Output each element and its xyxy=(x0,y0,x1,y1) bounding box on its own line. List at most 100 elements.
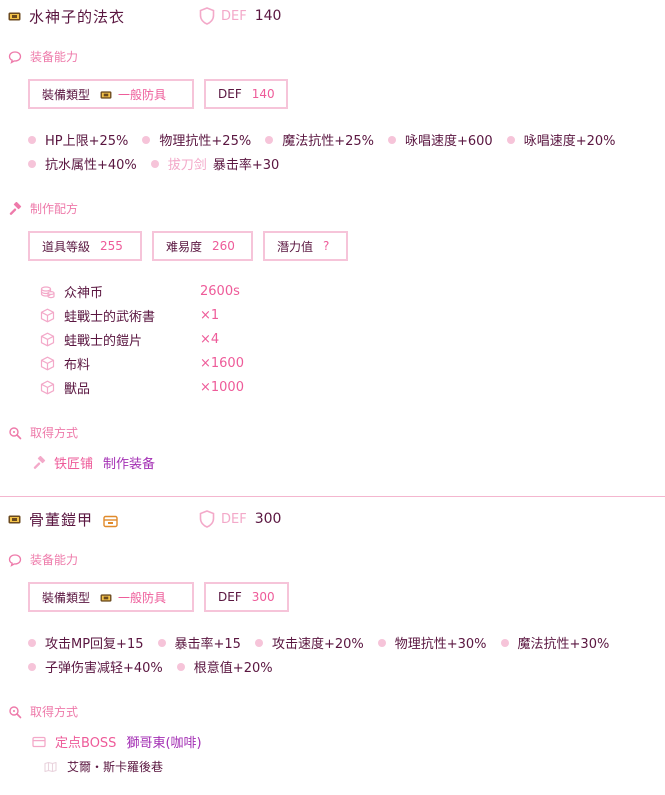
box-icon xyxy=(40,332,55,347)
boss-location-row: 艾爾・斯卡羅後巷 xyxy=(44,758,163,775)
material-qty: ×1000 xyxy=(200,379,244,395)
potential-box: 潛力值 ? xyxy=(263,231,348,261)
stat-item: 子弹伤害减轻+40% xyxy=(28,657,163,676)
material-row: 蛙戰士的鎧片 ×4 xyxy=(40,329,219,349)
item-title-row: 骨董鎧甲 xyxy=(8,509,118,529)
difficulty-value: 260 xyxy=(212,239,235,253)
ability-heading-label: 装备能力 xyxy=(30,553,79,567)
box-icon xyxy=(40,308,55,323)
item-level-box: 道具等級 255 xyxy=(28,231,142,261)
item-title-row: 水神子的法衣 xyxy=(8,6,125,26)
bullet-dot xyxy=(28,662,36,671)
material-name[interactable]: 众神币 xyxy=(64,282,103,301)
stat-item: 咏唱速度+600 xyxy=(388,130,493,149)
obtain-heading-label: 取得方式 xyxy=(30,705,79,719)
material-row: 蛙戰士的武術書 ×1 xyxy=(40,305,219,325)
hammer-icon xyxy=(8,201,22,216)
map-icon xyxy=(44,761,57,773)
bullet-dot xyxy=(28,159,36,168)
equipment-type-label: 裝備類型 xyxy=(42,590,91,605)
obtain-heading-label: 取得方式 xyxy=(30,426,79,440)
bullet-dot xyxy=(142,135,151,144)
def-label: DEF xyxy=(221,511,247,527)
stat-item: 物理抗性+30% xyxy=(377,633,487,652)
def-value: 300 xyxy=(254,511,282,527)
equipment-type-value: 一般防具 xyxy=(118,590,167,605)
bullet-dot xyxy=(176,662,185,671)
search-icon xyxy=(8,426,22,440)
bullet-dot xyxy=(28,135,36,144)
material-name[interactable]: 獸品 xyxy=(64,378,90,397)
material-qty: ×1 xyxy=(200,307,220,323)
def-box-label: DEF xyxy=(218,87,242,101)
bullet-dot xyxy=(500,638,509,647)
obtain-method[interactable]: 制作装备 xyxy=(103,453,155,472)
armor-icon xyxy=(100,89,112,99)
stat-item: 物理抗性+25% xyxy=(142,130,251,149)
material-qty: 2600s xyxy=(200,283,240,299)
stats-line: 攻击MP回复+15 暴击率+15 攻击速度+20% 物理抗性+30% 魔法抗性+… xyxy=(28,633,623,652)
box-icon xyxy=(40,380,55,395)
stat-item: 暴击率+15 xyxy=(157,633,241,652)
stats-line: 抗水属性+40% 拔刀剑 暴击率+30 xyxy=(28,154,293,173)
stat-item: HP上限+25% xyxy=(28,130,128,149)
bullet-dot xyxy=(388,135,396,144)
bullet-dot xyxy=(377,638,386,647)
bullet-dot xyxy=(254,638,263,647)
bullet-dot xyxy=(506,135,515,144)
chat-bubble-icon xyxy=(8,553,22,567)
def-label: DEF xyxy=(221,8,247,24)
stat-item: 根意值+20% xyxy=(176,657,273,676)
material-name[interactable]: 蛙戰士的武術書 xyxy=(64,306,155,325)
def-summary: DEF 140 xyxy=(199,7,281,25)
material-qty: ×1600 xyxy=(200,355,244,371)
box-icon xyxy=(40,356,55,371)
difficulty-box: 难易度 260 xyxy=(152,231,253,261)
potential-value: ? xyxy=(323,239,330,253)
ability-heading-label: 装备能力 xyxy=(30,50,79,64)
envelope-icon xyxy=(103,513,118,527)
stat-item: 攻击MP回复+15 xyxy=(28,633,144,652)
material-name[interactable]: 蛙戰士的鎧片 xyxy=(64,330,142,349)
def-summary: DEF 300 xyxy=(199,510,281,528)
coins-icon xyxy=(40,284,55,299)
stat-item: 抗水属性+40% xyxy=(28,154,137,173)
stats-line: 子弹伤害减轻+40% 根意值+20% xyxy=(28,657,287,676)
material-row: 布料 ×1600 xyxy=(40,353,244,373)
hammer-icon xyxy=(32,455,46,470)
obtain-source: 铁匠铺 制作装备 xyxy=(32,453,155,472)
stat-item: 攻击速度+20% xyxy=(254,633,364,652)
chat-bubble-icon xyxy=(8,50,22,64)
def-box: DEF 140 xyxy=(204,79,288,109)
boss-name[interactable]: 獅哥東(咖啡) xyxy=(126,732,201,751)
weapon-condition: 拔刀剑 xyxy=(167,158,207,173)
item-level-label: 道具等級 xyxy=(42,239,91,254)
ability-heading: 装备能力 xyxy=(8,48,78,65)
ability-heading: 装备能力 xyxy=(8,551,78,568)
boss-card-icon xyxy=(32,736,46,748)
material-name[interactable]: 布料 xyxy=(64,354,90,373)
equipment-type-value: 一般防具 xyxy=(118,87,167,102)
obtain-source-name[interactable]: 铁匠铺 xyxy=(54,453,93,472)
boss-location[interactable]: 艾爾・斯卡羅後巷 xyxy=(67,758,163,775)
def-box: DEF 300 xyxy=(204,582,289,612)
stat-item: 魔法抗性+30% xyxy=(500,633,609,652)
armor-icon xyxy=(100,592,112,602)
obtain-heading: 取得方式 xyxy=(8,424,78,441)
obtain-source: 定点BOSS 獅哥東(咖啡) xyxy=(32,732,202,751)
equipment-type-box: 裝備類型 一般防具 xyxy=(28,582,194,612)
item-name[interactable]: 骨董鎧甲 xyxy=(29,509,93,530)
item-divider xyxy=(0,496,665,497)
equipment-type-label: 裝備類型 xyxy=(42,87,91,102)
material-row: 众神币 2600s xyxy=(40,281,240,301)
stat-item: 咏唱速度+20% xyxy=(506,130,616,149)
item-level-value: 255 xyxy=(100,239,123,253)
item-name[interactable]: 水神子的法衣 xyxy=(29,6,125,27)
stat-item: 拔刀剑 暴击率+30 xyxy=(150,154,279,173)
bullet-dot xyxy=(157,638,166,647)
shield-icon xyxy=(199,7,215,25)
armor-icon xyxy=(8,514,21,525)
armor-icon xyxy=(8,11,21,22)
material-qty: ×4 xyxy=(200,331,220,347)
obtain-heading: 取得方式 xyxy=(8,703,78,720)
